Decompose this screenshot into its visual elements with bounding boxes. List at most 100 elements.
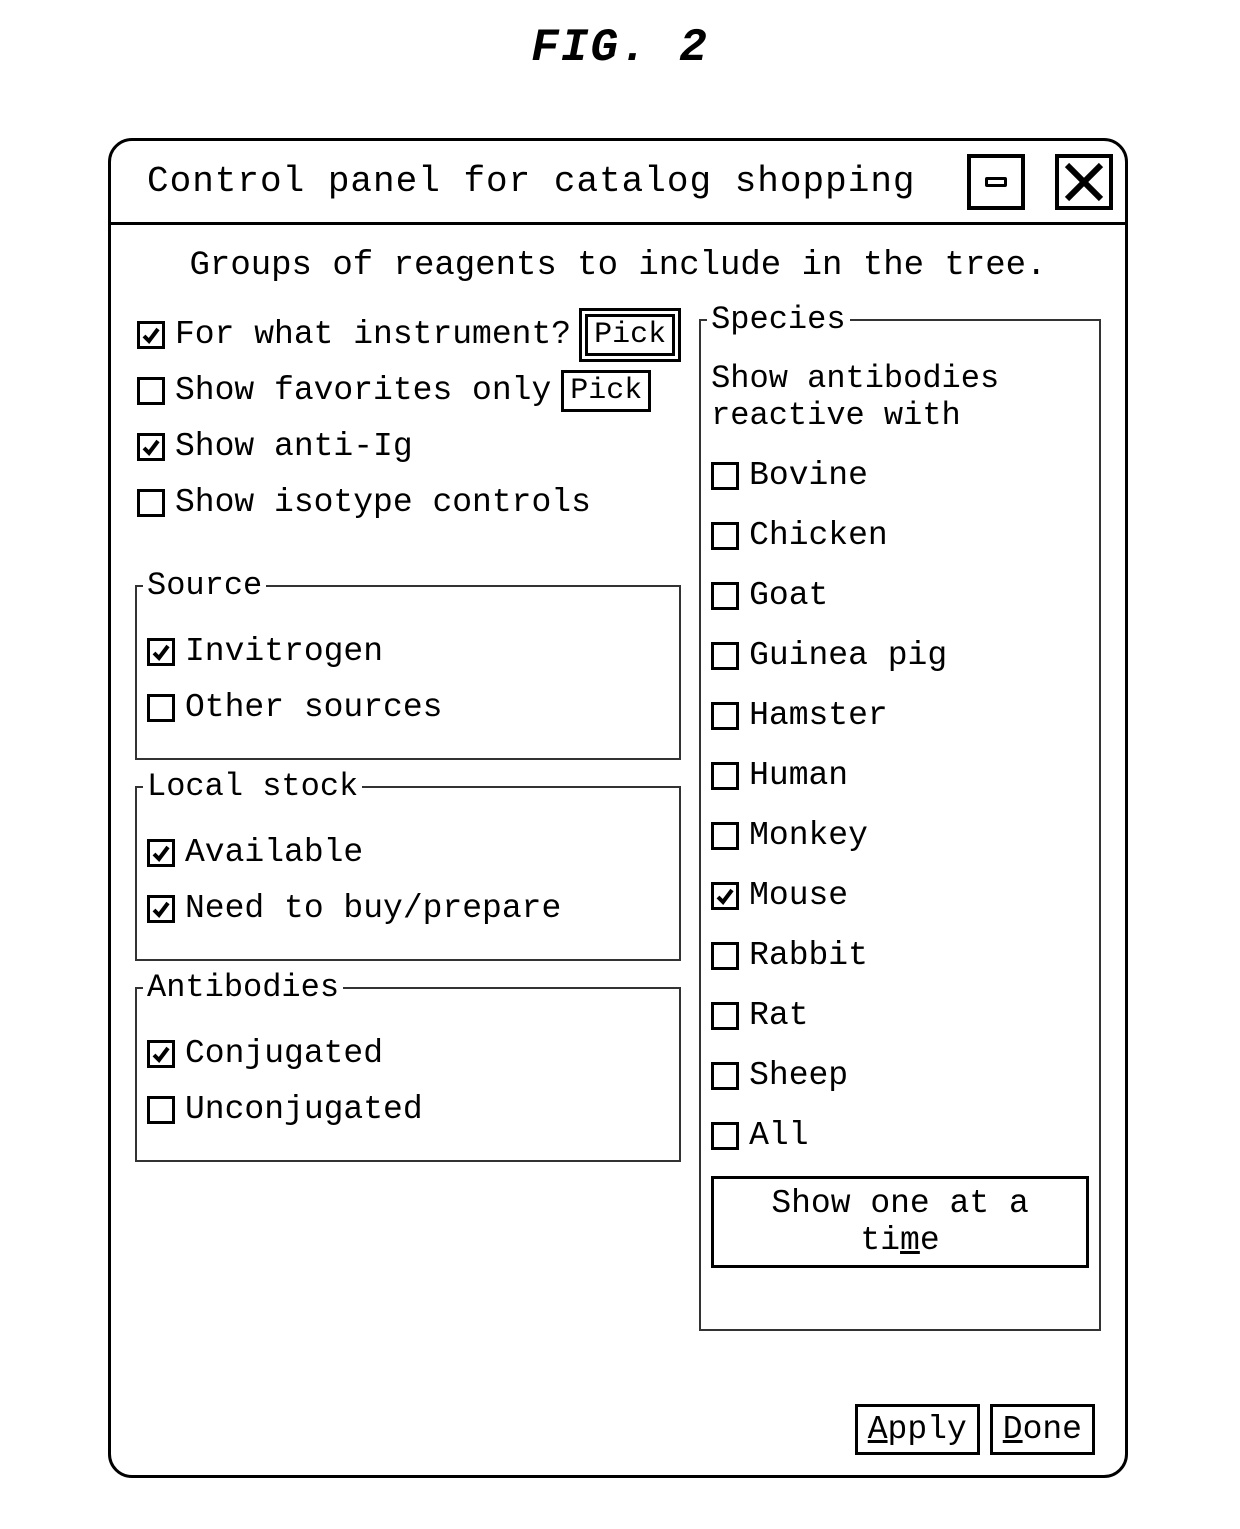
species-label: Rat [749, 988, 808, 1044]
window-title: Control panel for catalog shopping [111, 161, 916, 202]
species-label: Goat [749, 568, 828, 624]
apply-mnemonic: A [868, 1411, 888, 1448]
species-label: Human [749, 748, 848, 804]
figure-label: FIG. 2 [0, 0, 1240, 82]
species-label: Hamster [749, 688, 888, 744]
apply-button[interactable]: Apply [855, 1404, 980, 1455]
species-label: Mouse [749, 868, 848, 924]
source-item-other-sources: Other sources [147, 684, 669, 732]
source-group: Source Invitrogen Other sources [135, 567, 681, 760]
species-goat-checkbox[interactable] [711, 582, 739, 610]
species-instruction: Show antibodies reactive with [711, 360, 1089, 434]
right-column: Species Show antibodies reactive with Bo… [699, 295, 1101, 1339]
control-panel-window: Control panel for catalog shopping Group… [108, 138, 1128, 1478]
local-stock-item-available: Available [147, 829, 669, 877]
species-label: All [749, 1108, 808, 1164]
top-for-what-instrument-checkbox[interactable] [137, 321, 165, 349]
done-rest: one [1023, 1411, 1082, 1448]
species-item-monkey: Monkey [711, 808, 1089, 864]
top-show-isotype-controls-checkbox[interactable] [137, 489, 165, 517]
species-item-sheep: Sheep [711, 1048, 1089, 1104]
top-options: For what instrument?PickShow favorites o… [135, 295, 681, 561]
species-item-goat: Goat [711, 568, 1089, 624]
species-mouse-checkbox[interactable] [711, 882, 739, 910]
species-label: Monkey [749, 808, 868, 864]
show-one-suffix: e [920, 1222, 940, 1259]
done-mnemonic: D [1003, 1411, 1023, 1448]
local-stock-available-checkbox[interactable] [147, 839, 175, 867]
species-label: Bovine [749, 448, 868, 504]
top-option-label: For what instrument? [175, 309, 571, 361]
local-stock-need-to-buy-prepare-checkbox[interactable] [147, 895, 175, 923]
top-option-label: Show favorites only [175, 365, 551, 417]
antibodies-conjugated-checkbox[interactable] [147, 1040, 175, 1068]
species-chicken-checkbox[interactable] [711, 522, 739, 550]
source-label: Other sources [185, 684, 442, 732]
local-stock-legend: Local stock [143, 768, 362, 805]
species-all-checkbox[interactable] [711, 1122, 739, 1150]
species-label: Chicken [749, 508, 888, 564]
local-stock-label: Need to buy/prepare [185, 885, 561, 933]
antibodies-label: Conjugated [185, 1030, 383, 1078]
top-show-favorites-only-checkbox[interactable] [137, 377, 165, 405]
source-legend: Source [143, 567, 266, 604]
species-item-all: All [711, 1108, 1089, 1164]
source-label: Invitrogen [185, 628, 383, 676]
local-stock-item-need-to-buy-prepare: Need to buy/prepare [147, 885, 669, 933]
source-other-sources-checkbox[interactable] [147, 694, 175, 722]
species-item-mouse: Mouse [711, 868, 1089, 924]
pick-button-for-what-instrument[interactable]: Pick [585, 314, 675, 356]
show-one-at-a-time-button[interactable]: Show one at a time [711, 1176, 1089, 1268]
species-guinea-pig-checkbox[interactable] [711, 642, 739, 670]
top-option-show-anti-ig: Show anti-Ig [137, 421, 679, 473]
top-option-label: Show anti-Ig [175, 421, 413, 473]
species-group: Species Show antibodies reactive with Bo… [699, 301, 1101, 1331]
minimize-button[interactable] [967, 154, 1025, 210]
species-item-guinea-pig: Guinea pig [711, 628, 1089, 684]
local-stock-group: Local stock Available Need to buy/prepare [135, 768, 681, 961]
species-item-human: Human [711, 748, 1089, 804]
antibodies-unconjugated-checkbox[interactable] [147, 1096, 175, 1124]
species-label: Sheep [749, 1048, 848, 1104]
left-column: For what instrument?PickShow favorites o… [135, 295, 681, 1339]
top-option-show-isotype-controls: Show isotype controls [137, 477, 679, 529]
window-controls [967, 154, 1113, 210]
top-option-label: Show isotype controls [175, 477, 591, 529]
species-rat-checkbox[interactable] [711, 1002, 739, 1030]
species-item-chicken: Chicken [711, 508, 1089, 564]
species-bovine-checkbox[interactable] [711, 462, 739, 490]
species-legend: Species [707, 301, 849, 338]
species-rabbit-checkbox[interactable] [711, 942, 739, 970]
top-option-show-favorites-only: Show favorites onlyPick [137, 365, 679, 417]
antibodies-legend: Antibodies [143, 969, 343, 1006]
close-button[interactable] [1055, 154, 1113, 210]
done-button[interactable]: Done [990, 1404, 1095, 1455]
species-monkey-checkbox[interactable] [711, 822, 739, 850]
show-one-mnemonic: m [900, 1222, 920, 1259]
species-item-rabbit: Rabbit [711, 928, 1089, 984]
species-human-checkbox[interactable] [711, 762, 739, 790]
species-hamster-checkbox[interactable] [711, 702, 739, 730]
minimize-icon [985, 177, 1007, 187]
antibodies-group: Antibodies Conjugated Unconjugated [135, 969, 681, 1162]
antibodies-label: Unconjugated [185, 1086, 423, 1134]
local-stock-label: Available [185, 829, 363, 877]
species-label: Guinea pig [749, 628, 947, 684]
page-subtitle: Groups of reagents to include in the tre… [111, 225, 1125, 295]
antibodies-item-unconjugated: Unconjugated [147, 1086, 669, 1134]
apply-rest: pply [888, 1411, 967, 1448]
antibodies-item-conjugated: Conjugated [147, 1030, 669, 1078]
top-show-anti-ig-checkbox[interactable] [137, 433, 165, 461]
species-item-hamster: Hamster [711, 688, 1089, 744]
close-icon [1063, 161, 1105, 203]
top-option-for-what-instrument: For what instrument? Pick [137, 309, 679, 361]
source-invitrogen-checkbox[interactable] [147, 638, 175, 666]
species-item-rat: Rat [711, 988, 1089, 1044]
titlebar: Control panel for catalog shopping [111, 141, 1125, 225]
species-item-bovine: Bovine [711, 448, 1089, 504]
species-sheep-checkbox[interactable] [711, 1062, 739, 1090]
footer-buttons: Apply Done [855, 1404, 1095, 1455]
source-item-invitrogen: Invitrogen [147, 628, 669, 676]
body-area: For what instrument?PickShow favorites o… [111, 295, 1125, 1339]
pick-button-show-favorites-only[interactable]: Pick [561, 370, 651, 412]
